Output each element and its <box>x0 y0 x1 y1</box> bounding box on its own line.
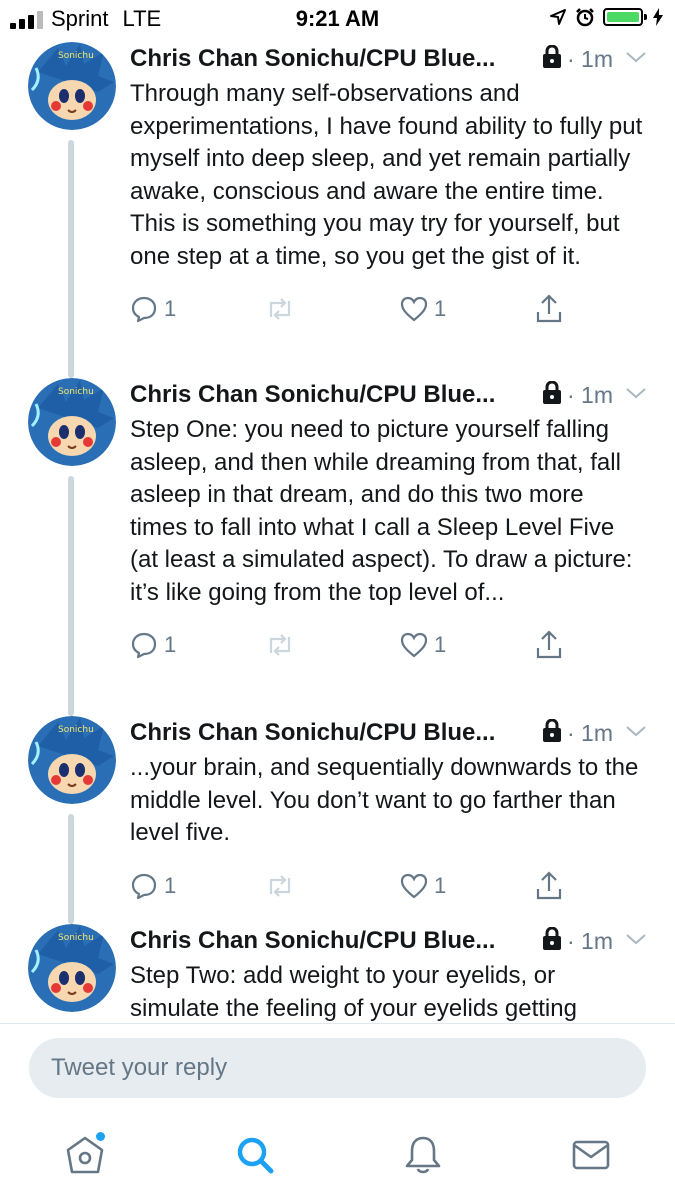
home-notification-dot <box>96 1132 105 1141</box>
lock-icon <box>541 380 563 410</box>
author-name[interactable]: Chris Chan Sonichu/CPU Blue... <box>130 381 535 409</box>
reply-button[interactable]: 1 <box>130 872 265 900</box>
tweet-actions: 1 1 <box>130 627 647 663</box>
status-bar-right <box>549 7 663 27</box>
tweet[interactable]: Sonichu Chris Chan Sonichu/CPU Blue... ·… <box>0 42 675 378</box>
retweet-icon <box>269 634 291 656</box>
alarm-clock-icon <box>576 8 594 27</box>
avatar[interactable]: Sonichu <box>28 716 116 804</box>
avatar[interactable]: Sonichu <box>28 924 116 1012</box>
svg-text:Sonichu: Sonichu <box>58 725 94 735</box>
nav-home[interactable] <box>64 1132 106 1181</box>
tweet[interactable]: Sonichu Chris Chan Sonichu/CPU Blue... ·… <box>0 924 675 1023</box>
messages-envelope-icon <box>572 1140 610 1170</box>
share-button[interactable] <box>535 294 563 324</box>
chevron-down-icon[interactable] <box>625 50 647 69</box>
status-bar: Sprint LTE 9:21 AM <box>0 0 675 38</box>
avatar-image: Sonichu <box>28 42 116 130</box>
charging-bolt-icon <box>653 8 663 26</box>
like-button[interactable]: 1 <box>400 296 535 322</box>
avatar[interactable]: Sonichu <box>28 378 116 466</box>
nav-search[interactable] <box>234 1134 276 1181</box>
share-button[interactable] <box>535 870 563 901</box>
svg-text:Sonichu: Sonichu <box>58 933 94 943</box>
avatar-image: Sonichu <box>28 716 116 804</box>
share-icon <box>536 630 562 659</box>
lock-icon <box>541 44 563 74</box>
location-arrow-icon <box>550 9 566 25</box>
thread-connector-line <box>68 814 74 924</box>
avatar-image: Sonichu <box>28 378 116 466</box>
lock-icon <box>541 926 563 956</box>
reply-button[interactable]: 1 <box>130 295 265 323</box>
tweet[interactable]: Sonichu Chris Chan Sonichu/CPU Blue... ·… <box>0 378 675 716</box>
search-icon <box>237 1137 274 1174</box>
retweet-button[interactable] <box>265 874 400 898</box>
reply-button[interactable]: 1 <box>130 631 265 659</box>
heart-icon <box>400 873 428 898</box>
tweet-actions: 1 1 <box>130 291 647 327</box>
tweet-text: Step One: you need to picture yourself f… <box>130 416 633 606</box>
share-icon <box>536 294 562 323</box>
tweet-timestamp: · 1m <box>566 927 613 954</box>
bottom-nav <box>0 1118 675 1200</box>
svg-text:Sonichu: Sonichu <box>58 387 94 397</box>
svg-text:Sonichu: Sonichu <box>58 51 94 61</box>
tweet-header: Chris Chan Sonichu/CPU Blue... · 1m <box>130 716 647 750</box>
chevron-down-icon[interactable] <box>625 386 647 405</box>
reply-placeholder: Tweet your reply <box>51 1054 228 1081</box>
tweet-header: Chris Chan Sonichu/CPU Blue... · 1m <box>130 42 647 76</box>
reply-icon <box>131 296 157 323</box>
heart-icon <box>400 632 428 658</box>
thread-connector-line <box>68 476 74 716</box>
composer-divider <box>0 1023 675 1024</box>
avatar[interactable]: Sonichu <box>28 42 116 130</box>
heart-icon <box>400 296 428 322</box>
author-name[interactable]: Chris Chan Sonichu/CPU Blue... <box>130 719 535 747</box>
share-icon <box>536 870 562 899</box>
tweet-text: Through many self-observations and exper… <box>130 80 643 270</box>
tweet[interactable]: Sonichu Chris Chan Sonichu/CPU Blue... ·… <box>0 716 675 924</box>
tweet-timestamp: · 1m <box>566 719 613 746</box>
reply-icon <box>131 632 157 659</box>
tweet-header: Chris Chan Sonichu/CPU Blue... · 1m <box>130 924 647 958</box>
tweet-actions: 1 1 <box>130 868 647 904</box>
retweet-icon <box>269 874 291 897</box>
retweet-button[interactable] <box>265 297 400 321</box>
chevron-down-icon[interactable] <box>625 724 647 743</box>
retweet-button[interactable] <box>265 633 400 657</box>
tweet-text: ...your brain, and sequentially downward… <box>130 754 639 846</box>
like-button[interactable]: 1 <box>400 873 535 899</box>
reply-input[interactable]: Tweet your reply <box>29 1038 646 1098</box>
tweet-timestamp: · 1m <box>566 381 613 408</box>
battery-fill <box>607 12 639 22</box>
tweet-thread[interactable]: Sonichu Chris Chan Sonichu/CPU Blue... ·… <box>0 38 675 1023</box>
thread-connector-line <box>68 140 74 378</box>
retweet-icon <box>269 298 291 320</box>
notifications-bell-icon <box>405 1136 441 1174</box>
avatar-image: Sonichu <box>28 924 116 1012</box>
like-button[interactable]: 1 <box>400 632 535 658</box>
author-name[interactable]: Chris Chan Sonichu/CPU Blue... <box>130 927 535 955</box>
lock-icon <box>541 718 563 748</box>
tweet-text: Step Two: add weight to your eyelids, or… <box>130 962 577 1022</box>
nav-messages[interactable] <box>570 1134 612 1181</box>
tweet-timestamp: · 1m <box>566 45 613 72</box>
author-name[interactable]: Chris Chan Sonichu/CPU Blue... <box>130 45 535 73</box>
share-button[interactable] <box>535 630 563 660</box>
reply-icon <box>131 873 157 899</box>
tweet-header: Chris Chan Sonichu/CPU Blue... · 1m <box>130 378 647 412</box>
battery-icon <box>603 8 647 26</box>
nav-notifications[interactable] <box>402 1134 444 1181</box>
chevron-down-icon[interactable] <box>625 932 647 951</box>
